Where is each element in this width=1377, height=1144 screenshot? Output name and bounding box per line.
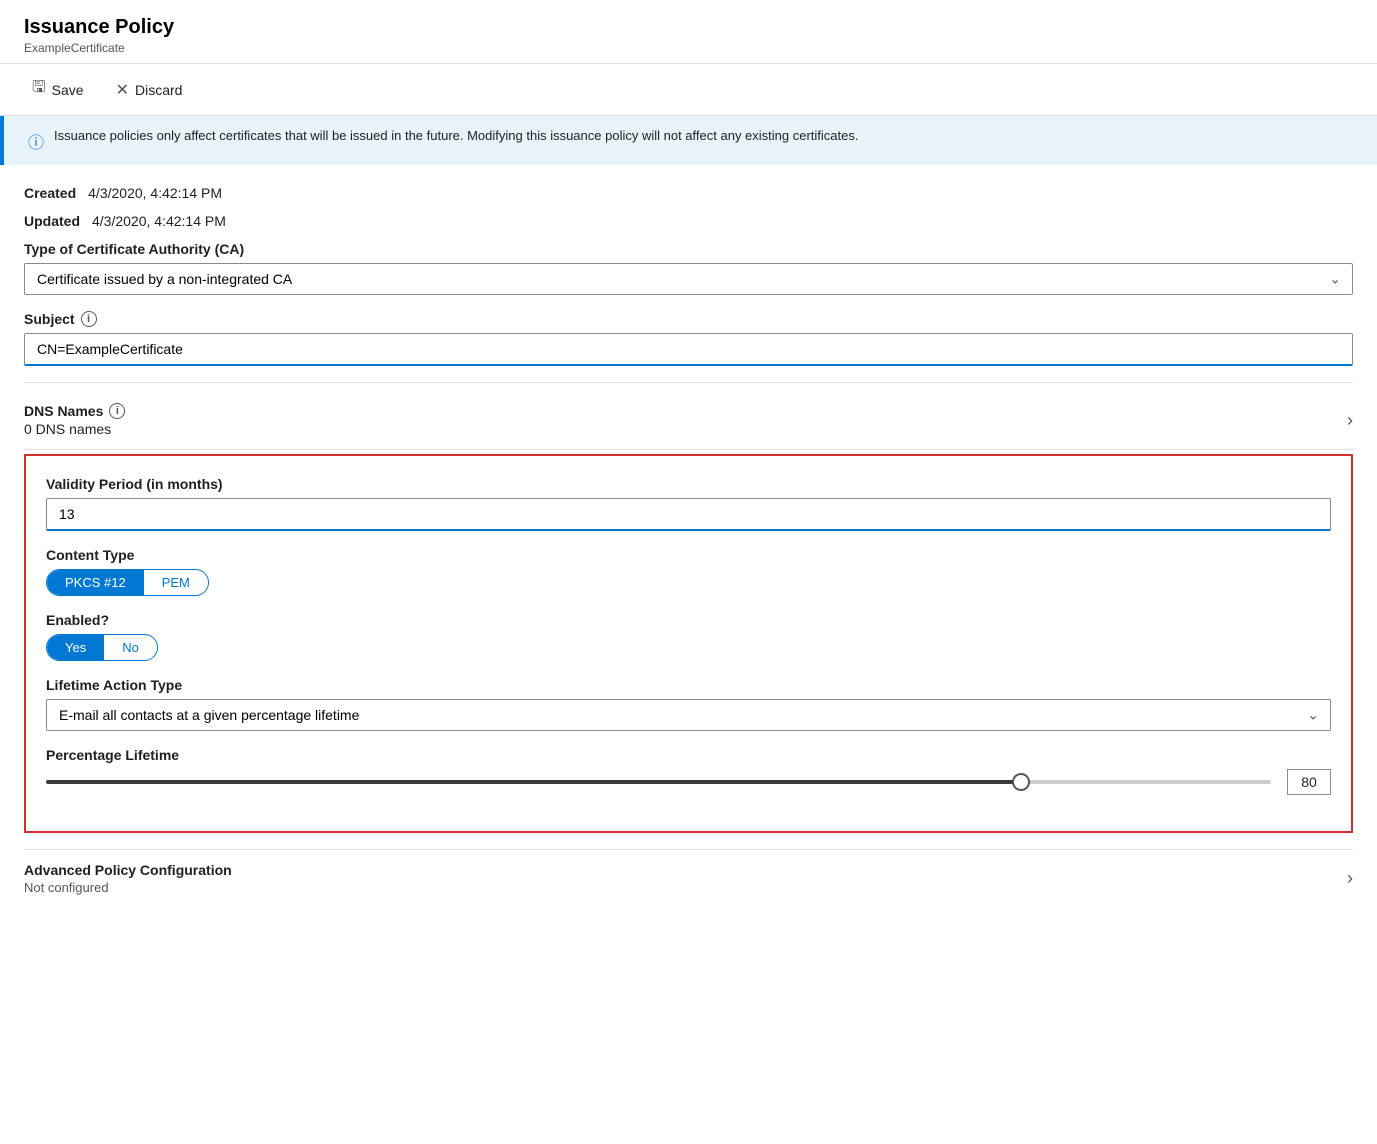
discard-icon: ✕ bbox=[116, 80, 129, 100]
main-content: Created 4/3/2020, 4:42:14 PM Updated 4/3… bbox=[0, 165, 1377, 927]
ca-type-field: Type of Certificate Authority (CA) Certi… bbox=[24, 241, 1353, 295]
updated-label: Updated bbox=[24, 213, 80, 229]
percentage-label: Percentage Lifetime bbox=[46, 747, 1331, 763]
content-type-toggle: PKCS #12 PEM bbox=[46, 569, 209, 596]
subject-info-icon[interactable]: i bbox=[81, 311, 97, 327]
ca-type-select-wrapper: Certificate issued by a non-integrated C… bbox=[24, 263, 1353, 295]
subject-field: Subject i bbox=[24, 311, 1353, 366]
lifetime-action-field: Lifetime Action Type E-mail all contacts… bbox=[46, 677, 1331, 731]
percentage-slider[interactable] bbox=[46, 780, 1271, 784]
page-header: Issuance Policy ExampleCertificate bbox=[0, 0, 1377, 64]
subject-input[interactable] bbox=[24, 333, 1353, 366]
percentage-value-box: 80 bbox=[1287, 769, 1331, 795]
dns-left: DNS Names i 0 DNS names bbox=[24, 403, 125, 437]
created-value: 4/3/2020, 4:42:14 PM bbox=[88, 185, 222, 201]
advanced-chevron-right-icon: › bbox=[1347, 868, 1353, 889]
percentage-lifetime-field: Percentage Lifetime 80 bbox=[46, 747, 1331, 795]
slider-row: 80 bbox=[46, 769, 1331, 795]
advanced-left: Advanced Policy Configuration Not config… bbox=[24, 862, 232, 895]
toolbar: 🖫 Save ✕ Discard bbox=[0, 64, 1377, 116]
highlighted-section: Validity Period (in months) Content Type… bbox=[24, 454, 1353, 833]
dns-names-label: DNS Names i bbox=[24, 403, 125, 419]
advanced-config-label: Advanced Policy Configuration bbox=[24, 862, 232, 878]
discard-button[interactable]: ✕ Discard bbox=[108, 76, 191, 104]
validity-input[interactable] bbox=[46, 498, 1331, 531]
meta-updated-row: Updated 4/3/2020, 4:42:14 PM bbox=[24, 213, 1353, 229]
enabled-label: Enabled? bbox=[46, 612, 1331, 628]
created-label: Created bbox=[24, 185, 76, 201]
save-button[interactable]: 🖫 Save bbox=[24, 72, 92, 107]
save-icon: 🖫 bbox=[32, 76, 46, 103]
updated-value: 4/3/2020, 4:42:14 PM bbox=[92, 213, 226, 229]
info-icon: ⓘ bbox=[28, 129, 44, 153]
page-title: Issuance Policy bbox=[24, 16, 1353, 39]
content-type-pem-button[interactable]: PEM bbox=[144, 570, 208, 595]
content-type-pkcs12-button[interactable]: PKCS #12 bbox=[47, 570, 144, 595]
dns-info-icon[interactable]: i bbox=[109, 403, 125, 419]
enabled-field: Enabled? Yes No bbox=[46, 612, 1331, 661]
advanced-config-row[interactable]: Advanced Policy Configuration Not config… bbox=[24, 849, 1353, 907]
validity-field: Validity Period (in months) bbox=[46, 476, 1331, 531]
enabled-yes-button[interactable]: Yes bbox=[47, 635, 104, 660]
lifetime-action-select-wrapper: E-mail all contacts at a given percentag… bbox=[46, 699, 1331, 731]
dns-chevron-right-icon: › bbox=[1347, 410, 1353, 431]
ca-type-label: Type of Certificate Authority (CA) bbox=[24, 241, 1353, 257]
subject-label: Subject i bbox=[24, 311, 1353, 327]
advanced-config-status: Not configured bbox=[24, 880, 232, 895]
lifetime-action-label: Lifetime Action Type bbox=[46, 677, 1331, 693]
meta-created-row: Created 4/3/2020, 4:42:14 PM bbox=[24, 185, 1353, 201]
enabled-toggle: Yes No bbox=[46, 634, 158, 661]
validity-label: Validity Period (in months) bbox=[46, 476, 1331, 492]
info-banner: ⓘ Issuance policies only affect certific… bbox=[0, 116, 1377, 165]
page-subtitle: ExampleCertificate bbox=[24, 41, 1353, 55]
dns-count: 0 DNS names bbox=[24, 421, 125, 437]
divider-1 bbox=[24, 382, 1353, 383]
content-type-field: Content Type PKCS #12 PEM bbox=[46, 547, 1331, 596]
lifetime-action-select[interactable]: E-mail all contacts at a given percentag… bbox=[46, 699, 1331, 731]
info-banner-text: Issuance policies only affect certificat… bbox=[54, 128, 858, 143]
ca-type-select[interactable]: Certificate issued by a non-integrated C… bbox=[24, 263, 1353, 295]
dns-names-row[interactable]: DNS Names i 0 DNS names › bbox=[24, 391, 1353, 450]
enabled-no-button[interactable]: No bbox=[104, 635, 157, 660]
content-type-label: Content Type bbox=[46, 547, 1331, 563]
